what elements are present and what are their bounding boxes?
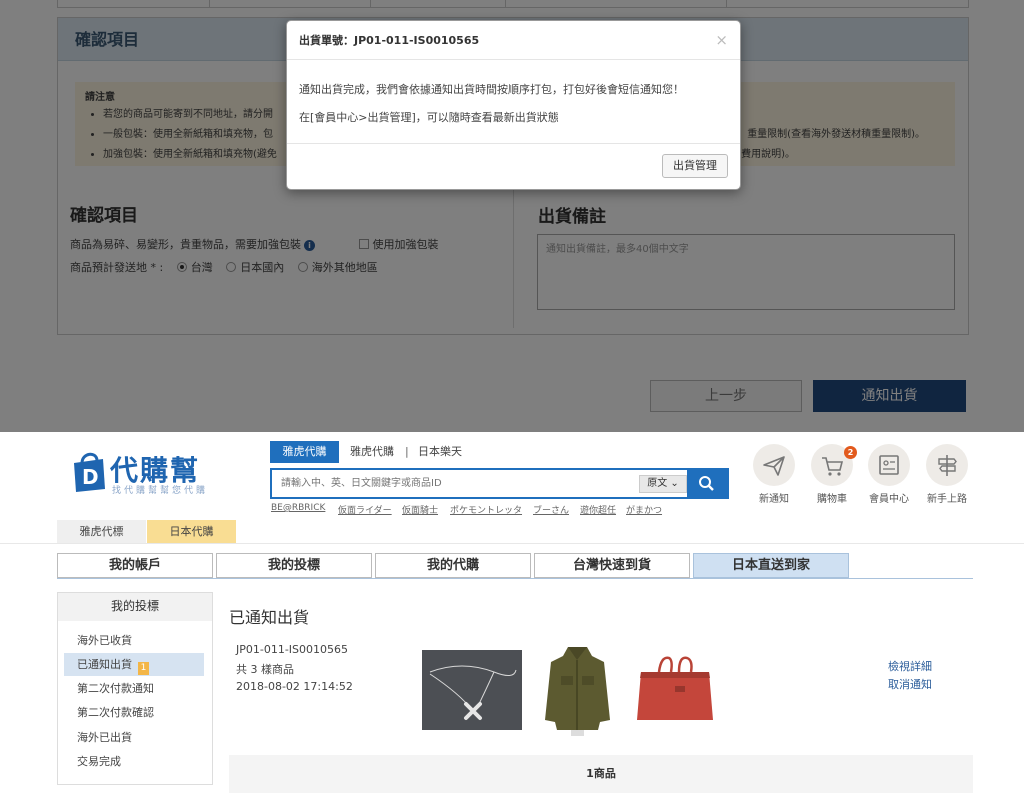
tab-my-bids[interactable]: 我的投標 <box>216 553 372 578</box>
info-icon[interactable]: i <box>304 240 315 251</box>
beginner-guide-label: 新手上路 <box>927 494 967 505</box>
signpost-icon <box>938 455 957 476</box>
sidebar: 我的投標 海外已收貨 已通知出貨 1 第二次付款通知 第二次付款確認 海外已出貨 … <box>57 592 213 785</box>
product-image-jacket[interactable] <box>540 642 615 738</box>
header-divider <box>0 543 1024 544</box>
search-bar: 原文 ⌄ <box>270 468 729 499</box>
remark-textarea[interactable]: 通知出貨備註，最多40個中文字 <box>537 234 955 310</box>
tab-my-account[interactable]: 我的帳戶 <box>57 553 213 578</box>
item-summary-row: 1商品 <box>229 755 973 793</box>
sidebar-badge: 1 <box>138 662 149 675</box>
search-tab-rakuten[interactable]: 日本樂天 <box>418 441 462 463</box>
notification-button[interactable] <box>753 444 795 486</box>
checkout-page-background: 確認項目 請注意 若您的商品可能寄到不同地址，請分開 一般包裝：使用全新紙箱和填… <box>0 0 1024 432</box>
order-date: 2018-08-02 17:14:52 <box>236 680 353 693</box>
hot-keyword[interactable]: ポケモントレッタ <box>450 503 522 516</box>
modal-title: 出貨單號：JP01-011-IS0010565 <box>299 34 480 47</box>
hot-keyword[interactable]: 仮面ライダー <box>338 503 392 516</box>
destination-radio-taiwan[interactable] <box>176 262 187 272</box>
destination-option-label: 日本國內 <box>240 261 285 274</box>
site-tab-japan-buy[interactable]: 日本代購 <box>147 520 236 543</box>
reinforce-label: 使用加強包裝 <box>372 238 439 251</box>
notice-weight-link[interactable]: 重量限制(查看海外發送材積重量限制)。 <box>747 125 925 145</box>
confirm-section-title: 確認項目 <box>70 206 138 226</box>
product-image-necklace[interactable] <box>422 650 522 730</box>
shipping-modal: 出貨單號：JP01-011-IS0010565 × 通知出貨完成，我們會依據通知… <box>286 20 741 190</box>
modal-message-2: 在[會員中心>出貨管理]，可以隨時查看最新出貨狀態 <box>299 111 559 124</box>
cancel-notice-link[interactable]: 取消通知 <box>888 676 932 692</box>
cart-badge: 2 <box>844 446 857 459</box>
destination-label: 商品預計發送地 * : <box>70 261 164 274</box>
cart-label: 購物車 <box>817 494 847 505</box>
reinforce-checkbox[interactable] <box>358 239 369 249</box>
sidebar-item-label: 已通知出貨 <box>77 658 132 671</box>
hot-keyword[interactable]: 遊你超任 <box>580 503 616 516</box>
order-item-count: 共 3 樣商品 <box>236 663 294 676</box>
language-select[interactable]: 原文 ⌄ <box>639 475 687 493</box>
hot-keyword[interactable]: がまかつ <box>626 503 662 516</box>
view-detail-link[interactable]: 檢視詳細 <box>888 658 932 674</box>
page-title: 已通知出貨 <box>229 608 310 627</box>
order-id: JP01-011-IS0010565 <box>236 643 349 656</box>
destination-option-label: 台灣 <box>190 261 213 274</box>
tab-japan-direct[interactable]: 日本直送到家 <box>693 553 849 578</box>
search-button[interactable] <box>687 470 727 497</box>
destination-radio-japan[interactable] <box>226 262 237 272</box>
destination-option-label: 海外其他地區 <box>311 261 378 274</box>
remark-section-title: 出貨備註 <box>538 207 606 227</box>
tab-underline <box>57 578 973 579</box>
tab-taiwan-express[interactable]: 台灣快速到貨 <box>534 553 690 578</box>
sidebar-item-overseas-shipped[interactable]: 海外已出貨 <box>64 726 204 749</box>
hot-keyword[interactable]: 仮面騎士 <box>402 503 438 516</box>
chevron-down-icon: ⌄ <box>670 478 679 489</box>
beginner-guide-button[interactable] <box>926 444 968 486</box>
search-input[interactable] <box>272 470 634 497</box>
member-card-icon <box>879 455 899 475</box>
sidebar-item-second-payment-confirm[interactable]: 第二次付款確認 <box>64 701 204 724</box>
svg-text:D: D <box>82 465 99 489</box>
shipping-management-button[interactable]: 出貨管理 <box>662 154 728 178</box>
tab-my-purchases[interactable]: 我的代購 <box>375 553 531 578</box>
hot-keyword[interactable]: BE@RBRICK <box>271 503 325 513</box>
search-tab-yahoo-buy[interactable]: 雅虎代購 <box>350 441 394 463</box>
paper-plane-icon <box>763 456 785 476</box>
member-center-button[interactable] <box>868 444 910 486</box>
shopping-bag-logo-icon: D <box>74 452 105 492</box>
modal-message-1: 通知出貨完成，我們會依據通知出貨時間按順序打包，打包好後會短信通知您！ <box>299 83 684 96</box>
fragile-row: 商品為易碎、易變形，貴重物品，需要加強包裝 i 使用加強包裝 <box>70 236 439 252</box>
sidebar-item-completed[interactable]: 交易完成 <box>64 750 204 773</box>
sidebar-title: 我的投標 <box>58 593 212 621</box>
search-tab-yahoo-bid[interactable]: 雅虎代購 <box>270 441 339 463</box>
fragile-label: 商品為易碎、易變形，貴重物品，需要加強包裝 <box>70 238 301 251</box>
destination-radio-overseas[interactable] <box>297 262 308 272</box>
sidebar-item-notified-shipping[interactable]: 已通知出貨 1 <box>64 653 204 676</box>
section-divider <box>513 183 514 328</box>
prev-step-button[interactable]: 上一步 <box>650 380 802 412</box>
notify-shipping-button[interactable]: 通知出貨 <box>813 380 966 412</box>
sidebar-item-second-payment-notice[interactable]: 第二次付款通知 <box>64 677 204 700</box>
logo-slogan: 找代購幫幫您代購 <box>112 486 209 496</box>
search-icon <box>699 476 714 491</box>
close-icon[interactable]: × <box>715 21 728 60</box>
modal-header: 出貨單號：JP01-011-IS0010565 × <box>287 21 740 60</box>
product-image-tote-bag[interactable] <box>635 654 715 726</box>
notification-label: 新通知 <box>759 494 789 505</box>
table-bottom-edge <box>57 0 969 8</box>
site-tab-yahoo[interactable]: 雅虎代標 <box>57 520 146 543</box>
search-tab-separator: | <box>405 445 409 458</box>
destination-row: 商品預計發送地 * : 台灣 日本國內 海外其他地區 <box>70 259 378 275</box>
hot-keyword[interactable]: ブーさん <box>533 503 569 516</box>
sidebar-item-overseas-received[interactable]: 海外已收貨 <box>64 629 204 652</box>
member-center-label: 會員中心 <box>869 494 909 505</box>
modal-body: 通知出貨完成，我們會依據通知出貨時間按順序打包，打包好後會短信通知您！ 在[會員… <box>287 60 740 144</box>
